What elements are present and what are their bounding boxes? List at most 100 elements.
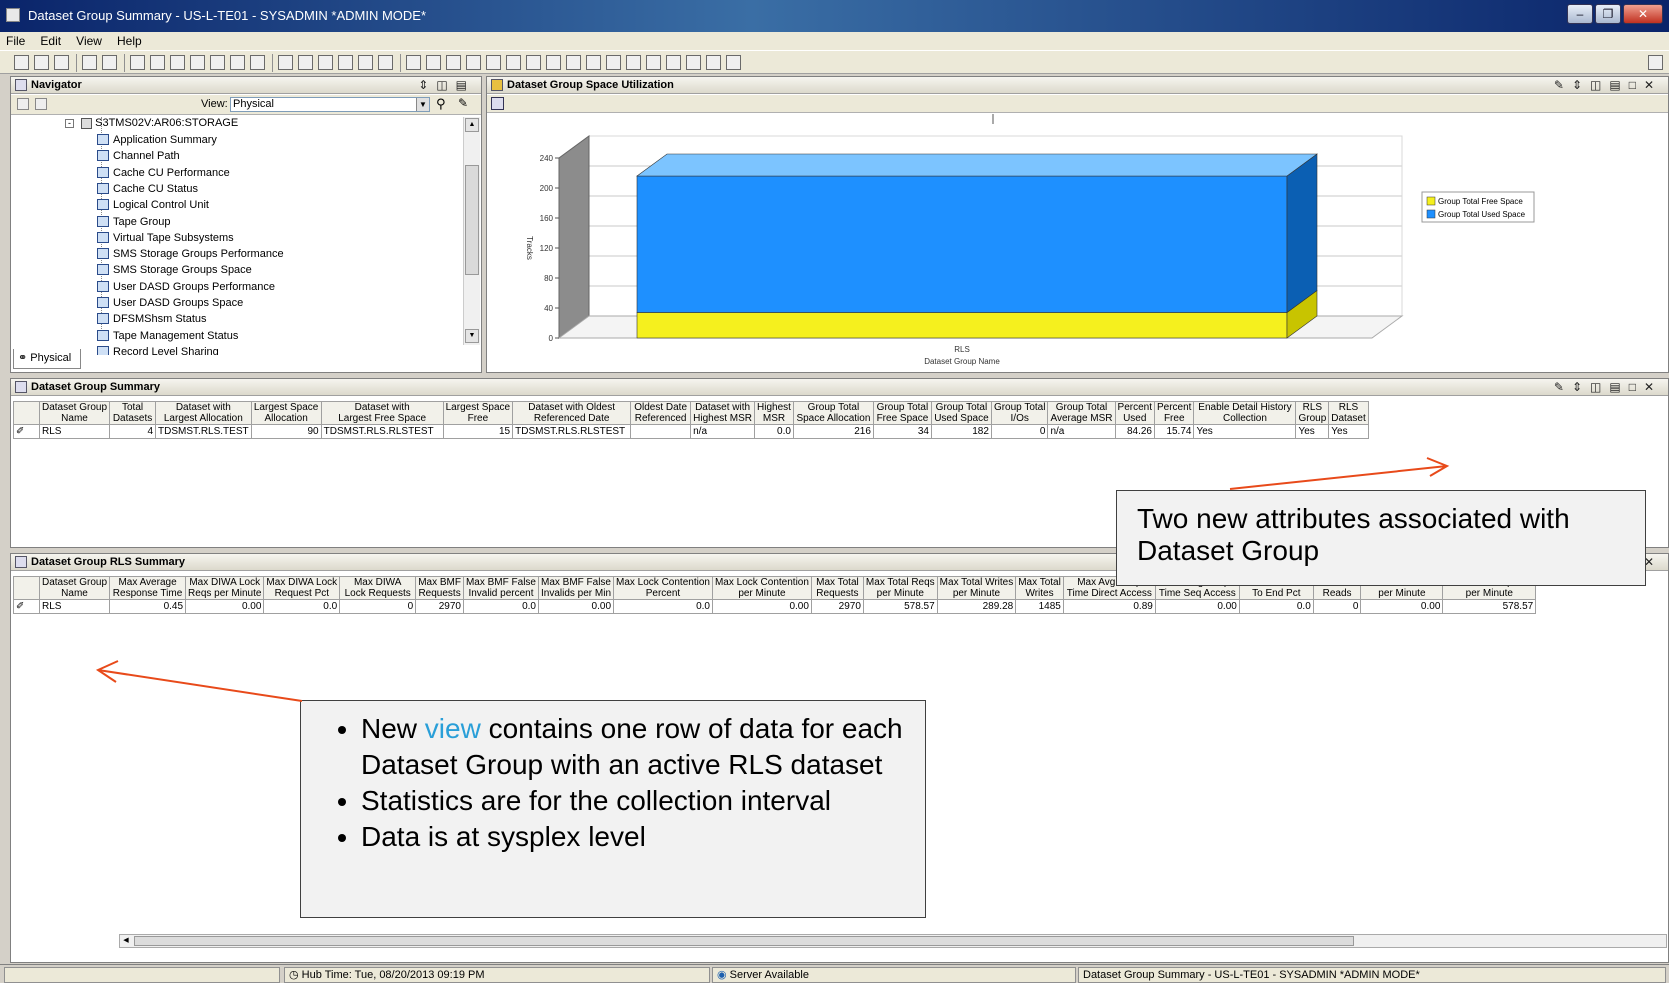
column-header[interactable]: Max Lock Contention Percent (613, 576, 713, 600)
column-header[interactable]: Dataset with Oldest Referenced Date (512, 401, 632, 425)
table-cell[interactable]: 289.28 (936, 599, 1017, 614)
layout-icon[interactable] (726, 55, 741, 70)
table-cell[interactable]: 15 (442, 424, 514, 439)
column-header[interactable]: Oldest Date Referenced (630, 401, 692, 425)
monitor-icon[interactable] (586, 55, 601, 70)
tree-item[interactable]: Application Summary (97, 133, 217, 148)
column-header[interactable]: Percent Free (1153, 401, 1195, 425)
column-header[interactable]: Percent Used (1114, 401, 1156, 425)
column-header[interactable]: Enable Detail History Collection (1193, 401, 1297, 425)
minimize-button[interactable]: – (1567, 4, 1593, 24)
panel-controls[interactable]: ⇕◫▤ (418, 77, 475, 93)
column-header[interactable]: Max Lock Contention per Minute (711, 576, 812, 600)
view-select[interactable]: Physical ▼ (230, 97, 430, 112)
list-icon[interactable] (506, 55, 521, 70)
table-cell[interactable]: n/a (1047, 424, 1116, 439)
copy-icon[interactable] (230, 55, 245, 70)
column-header[interactable]: Group Total Used Space (930, 401, 992, 425)
navigator-scrollbar[interactable]: ▲ ▼ (463, 117, 480, 345)
area-chart-icon[interactable] (426, 55, 441, 70)
column-header[interactable]: Dataset with Largest Free Space (320, 401, 444, 425)
column-header[interactable]: Group Total Free Space (872, 401, 932, 425)
pause-icon[interactable] (278, 55, 293, 70)
column-header[interactable]: Max DIWA Lock Requests (339, 576, 417, 600)
table-cell[interactable]: 0.45 (109, 599, 187, 614)
print-icon[interactable] (210, 55, 225, 70)
table-cell[interactable]: 2970 (810, 599, 864, 614)
column-header[interactable]: Max Total Reqs per Minute (862, 576, 938, 600)
tab-physical[interactable]: ⚭ Physical (13, 349, 81, 369)
chevron-down-icon[interactable]: ▼ (416, 98, 429, 111)
report-icon[interactable] (338, 55, 353, 70)
new-icon[interactable] (82, 55, 97, 70)
table-row[interactable]: ✐ RLS 4 TDSMST.RLS.TEST 90 TDSMST.RLS.RLSTEST… (13, 424, 1369, 439)
table-cell[interactable]: TDSMST.RLS.RLSTEST (320, 424, 444, 439)
plot-icon[interactable] (466, 55, 481, 70)
table-cell[interactable]: 1485 (1015, 599, 1064, 614)
tree-item[interactable]: DFSMShsm Status (97, 312, 207, 327)
table-cell[interactable]: 0.0 (754, 424, 794, 439)
table-cell[interactable] (630, 424, 692, 439)
table-cell[interactable]: 90 (250, 424, 322, 439)
table-cell[interactable]: 182 (930, 424, 992, 439)
menu-view[interactable]: View (70, 32, 108, 50)
table-cell[interactable]: Yes (1295, 424, 1330, 439)
column-header[interactable]: Max BMF Requests (415, 576, 464, 600)
table-cell[interactable]: n/a (690, 424, 756, 439)
column-header[interactable]: Max BMF False Invalid percent (462, 576, 539, 600)
home-icon[interactable] (14, 55, 29, 70)
column-header[interactable]: Max BMF False Invalids per Min (537, 576, 615, 600)
menu-help[interactable]: Help (111, 32, 148, 50)
sound-icon[interactable] (358, 55, 373, 70)
column-header[interactable]: Max Average Response Time (109, 576, 187, 600)
column-header[interactable]: Largest Space Allocation (250, 401, 322, 425)
table-cell[interactable]: 0.00 (537, 599, 615, 614)
menu-file[interactable]: File (0, 32, 31, 50)
table-cell[interactable]: 0.0 (613, 599, 713, 614)
tree-root-node[interactable]: - S3TMS02V:AR06:STORAGE (65, 117, 238, 132)
restore-button[interactable]: ❐ (1595, 4, 1621, 24)
tree-item[interactable]: Cache CU Performance (97, 166, 230, 181)
table-cell[interactable]: 0.89 (1062, 599, 1156, 614)
table-cell[interactable]: 0 (990, 424, 1049, 439)
column-header[interactable]: Group Total Space Allocation (792, 401, 874, 425)
network-icon[interactable] (686, 55, 701, 70)
tree-item[interactable]: User DASD Groups Space (97, 296, 243, 311)
column-header[interactable]: Group Total Average MSR (1047, 401, 1116, 425)
plot-icon[interactable] (318, 55, 333, 70)
table-cell[interactable]: 0.0 (462, 599, 539, 614)
topology-icon[interactable] (666, 55, 681, 70)
bar-chart-icon[interactable] (406, 55, 421, 70)
tree-item[interactable]: Logical Control Unit (97, 198, 209, 213)
grid-icon[interactable] (130, 55, 145, 70)
scroll-left-icon[interactable]: ◀ (120, 935, 132, 947)
column-header[interactable]: Dataset Group Name (38, 401, 111, 425)
close-button[interactable]: ✕ (1623, 4, 1663, 24)
column-header[interactable]: Dataset Group Name (38, 576, 111, 600)
table-cell[interactable]: 0.0 (263, 599, 341, 614)
link-icon[interactable] (250, 55, 265, 70)
table-cell[interactable]: 0.00 (711, 599, 812, 614)
scroll-thumb[interactable] (465, 165, 479, 275)
tree-item[interactable]: Cache CU Status (97, 182, 198, 197)
filter-icon[interactable] (606, 55, 621, 70)
table-cell[interactable]: RLS (38, 599, 111, 614)
column-header[interactable]: Max Total Requests (810, 576, 864, 600)
forward-icon[interactable] (54, 55, 69, 70)
edit-icon[interactable]: ✎ (458, 96, 468, 110)
table-cell[interactable]: 0.00 (1154, 599, 1240, 614)
browser-icon[interactable] (566, 55, 581, 70)
tree-item[interactable]: Tape Management Status (97, 329, 238, 344)
table-cell[interactable]: 2970 (415, 599, 464, 614)
row-link-icon[interactable]: ✐ (13, 599, 40, 614)
tree-item[interactable]: Channel Path (97, 149, 180, 164)
table-cell[interactable]: TDSMST.RLS.TEST (155, 424, 252, 439)
column-header[interactable]: RLS Dataset (1328, 401, 1369, 425)
column-header[interactable]: RLS Group (1295, 401, 1330, 425)
table-cell[interactable]: 84.26 (1114, 424, 1156, 439)
horizontal-scroll-thumb[interactable] (134, 936, 1354, 946)
horizontal-scrollbar[interactable]: ◀ (119, 934, 1667, 948)
panel-controls[interactable]: ✎⇕◫▤□✕ (1554, 379, 1662, 395)
document-icon[interactable] (526, 55, 541, 70)
menu-edit[interactable]: Edit (34, 32, 67, 50)
